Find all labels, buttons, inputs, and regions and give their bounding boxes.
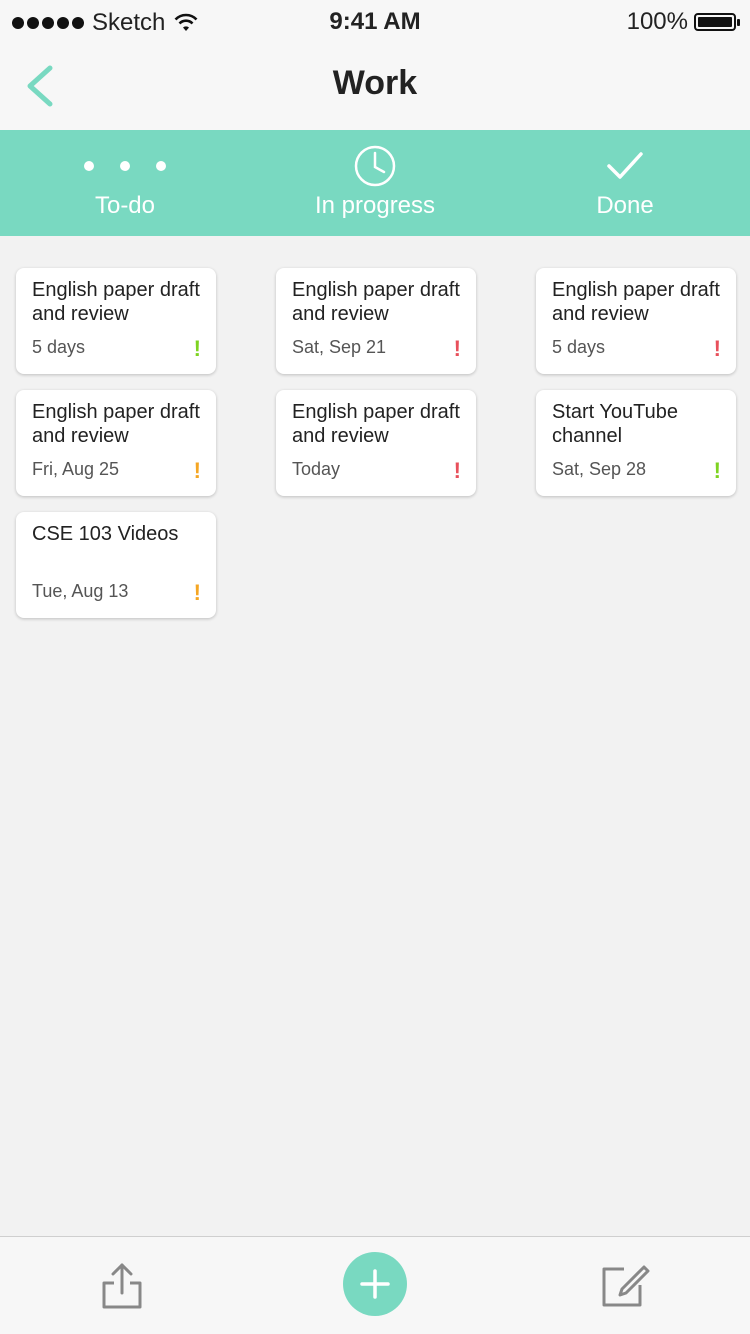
task-title: English paper draft and review	[32, 401, 200, 447]
task-title: English paper draft and review	[292, 401, 460, 447]
edit-button[interactable]	[600, 1263, 650, 1309]
priority-indicator: !	[193, 580, 201, 605]
task-card[interactable]: CSE 103 Videos Tue, Aug 13 !	[16, 512, 216, 618]
task-due-date: Today	[292, 459, 341, 479]
navigation-bar: Work	[0, 44, 750, 130]
bottom-toolbar	[0, 1236, 750, 1334]
task-board: English paper draft and review 5 days ! …	[0, 236, 750, 1236]
tab-label-done: Done	[596, 192, 654, 219]
task-card[interactable]: English paper draft and review 5 days !	[536, 268, 736, 374]
task-card[interactable]: English paper draft and review Fri, Aug …	[16, 390, 216, 496]
task-title: CSE 103 Videos	[32, 523, 179, 545]
task-due-date: Tue, Aug 13	[32, 581, 129, 601]
share-icon	[102, 1263, 142, 1309]
priority-indicator: !	[453, 458, 461, 483]
tab-in-progress[interactable]: In progress	[250, 130, 500, 236]
priority-indicator: !	[713, 458, 721, 483]
task-title: Start YouTube channel	[552, 401, 679, 447]
task-due-date: Sat, Sep 28	[552, 459, 647, 479]
tab-todo[interactable]: To-do	[0, 130, 250, 236]
compose-icon	[602, 1265, 650, 1307]
plus-icon	[360, 1269, 390, 1299]
task-card[interactable]: English paper draft and review 5 days !	[16, 268, 216, 374]
task-title: English paper draft and review	[32, 279, 200, 325]
checkmark-icon	[500, 144, 750, 188]
share-button[interactable]	[100, 1261, 144, 1311]
status-right: 100%	[626, 8, 740, 36]
task-due-date: 5 days	[32, 337, 86, 357]
status-tabs: To-do In progress Done	[0, 130, 750, 236]
priority-indicator: !	[453, 336, 461, 361]
tab-label-todo: To-do	[94, 192, 156, 219]
tab-done[interactable]: Done	[500, 130, 750, 236]
battery-icon	[694, 13, 740, 31]
status-bar: Sketch 9:41 AM 100%	[0, 0, 750, 44]
task-due-date: Fri, Aug 25	[32, 459, 120, 479]
task-title: English paper draft and review	[552, 279, 720, 325]
clock-icon	[250, 144, 500, 188]
task-card[interactable]: Start YouTube channel Sat, Sep 28 !	[536, 390, 736, 496]
task-due-date: 5 days	[552, 337, 606, 357]
dots-icon	[0, 144, 250, 188]
task-card[interactable]: English paper draft and review Sat, Sep …	[276, 268, 476, 374]
priority-indicator: !	[193, 458, 201, 483]
task-title: English paper draft and review	[292, 279, 460, 325]
priority-indicator: !	[713, 336, 721, 361]
add-task-button[interactable]	[343, 1252, 407, 1316]
task-due-date: Sat, Sep 21	[292, 337, 387, 357]
tab-label-in-progress: In progress	[314, 192, 436, 219]
battery-percentage: 100%	[626, 8, 688, 35]
priority-indicator: !	[193, 336, 201, 361]
page-title: Work	[332, 64, 418, 102]
task-card[interactable]: English paper draft and review Today !	[276, 390, 476, 496]
